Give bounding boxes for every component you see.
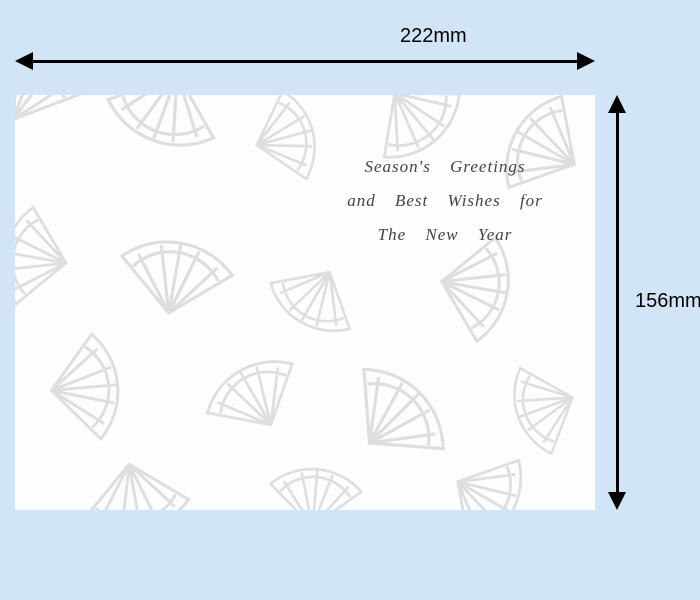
fan-icon: [67, 439, 202, 510]
greeting-line-1: Season's Greetings: [315, 150, 575, 184]
greeting-text: Season's Greetings and Best Wishes for T…: [315, 150, 575, 252]
fan-icon: [15, 194, 90, 320]
width-dimension-line: [25, 60, 585, 63]
card-preview: Season's Greetings and Best Wishes for T…: [15, 95, 595, 510]
width-dimension-label: 222mm: [400, 25, 467, 48]
fan-icon: [87, 95, 243, 178]
fan-icon: [15, 95, 98, 154]
height-dimension-line: [616, 105, 619, 500]
fan-icon: [31, 323, 139, 451]
diagram-stage: 222mm 156mm: [0, 0, 700, 600]
fan-icon: [418, 426, 553, 510]
height-dimension-label: 156mm: [635, 290, 700, 313]
fan-icon: [488, 344, 595, 471]
greeting-line-2: and Best Wishes for: [315, 184, 575, 218]
fan-icon: [313, 335, 477, 499]
arrow-down-icon: [608, 492, 626, 510]
fan-icon: [103, 215, 247, 340]
fan-icon: [260, 451, 371, 510]
fan-icon: [184, 330, 326, 465]
fan-icon: [249, 235, 381, 360]
greeting-line-3: The New Year: [315, 218, 575, 252]
arrow-right-icon: [577, 52, 595, 70]
